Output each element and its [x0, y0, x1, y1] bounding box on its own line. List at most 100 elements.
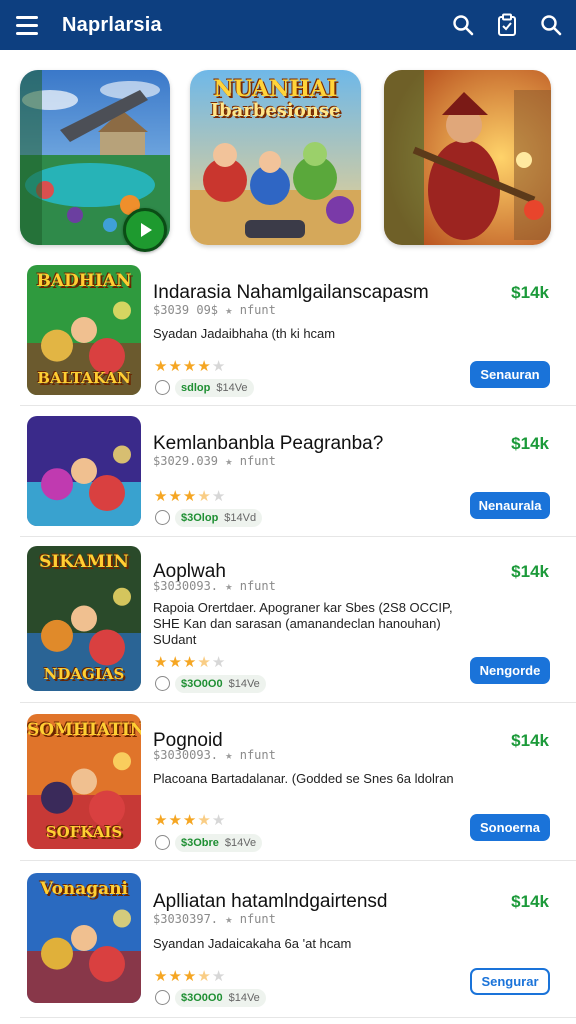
chip-text: $14Vd: [224, 512, 257, 524]
item-meta-extra: nfunt: [239, 912, 276, 926]
star-icon: ★: [168, 812, 183, 829]
star-icon: ★: [154, 358, 169, 375]
select-radio[interactable]: [155, 676, 170, 691]
meta-star-icon: ★: [218, 454, 240, 468]
star-icon: ★: [168, 358, 183, 375]
item-action-button[interactable]: Senauran: [470, 361, 550, 388]
thumbnail-title: SOMHIATIN: [27, 720, 141, 740]
status-chip: $3O0O0 $14Ve: [175, 675, 266, 693]
status-chip: sdlop $14Ve: [175, 379, 254, 397]
item-action-button[interactable]: Sengurar: [470, 968, 550, 995]
item-meta-value: $3030093.: [153, 579, 219, 593]
item-title[interactable]: Aplliatan hatamlndgairtensd: [153, 891, 388, 913]
star-icon: ★: [168, 968, 183, 985]
play-icon: [141, 223, 152, 237]
select-radio[interactable]: [155, 835, 170, 850]
item-meta: $3030397. ★ nfunt: [153, 912, 276, 926]
item-action-button[interactable]: Nenaurala: [470, 492, 550, 519]
star-icon: ★: [182, 654, 198, 671]
star-icon: ★: [182, 968, 198, 985]
search-button[interactable]: [450, 12, 476, 38]
thumbnail-title: Vonagani: [39, 879, 129, 899]
row-divider: [20, 860, 576, 861]
meta-star-icon: ★: [218, 748, 240, 762]
featured-card-3[interactable]: [384, 70, 551, 245]
thumbnail-subtitle: BALTAKAN: [37, 369, 131, 387]
featured-title-main: NUANHAI: [213, 76, 338, 102]
item-thumbnail[interactable]: SIKAMIN NDAGIAS: [27, 546, 141, 691]
chip-text: $14Ve: [216, 382, 248, 394]
item-thumbnail[interactable]: SOMHIATIN SOFKAIS: [27, 714, 141, 849]
chip-green-text: $3O0O0: [181, 992, 223, 1004]
star-icon: ★: [197, 968, 212, 985]
item-thumbnail[interactable]: Vonagani: [27, 873, 141, 1003]
item-action-button[interactable]: Nengorde: [470, 657, 550, 684]
item-price: $14k: [511, 562, 549, 581]
star-icon: ★: [154, 654, 169, 671]
star-icon: ★: [211, 812, 227, 829]
chip-green-text: $3Olop: [181, 512, 219, 524]
item-meta-value: $3030397.: [153, 912, 219, 926]
hamburger-icon: [16, 15, 38, 19]
item-price: $14k: [511, 283, 549, 302]
row-divider: [20, 405, 576, 406]
item-thumbnail[interactable]: [27, 416, 141, 526]
item-description: SUdant: [153, 632, 197, 647]
item-meta-value: $3039 09$: [153, 303, 219, 317]
meta-star-icon: ★: [218, 912, 240, 926]
select-radio[interactable]: [155, 990, 170, 1005]
play-button[interactable]: [123, 208, 167, 252]
chip-text: $14Ve: [228, 678, 260, 690]
top-app-bar: Naprlarsia: [0, 0, 576, 50]
star-icon: ★: [197, 654, 212, 671]
item-meta-extra: nfunt: [239, 454, 276, 468]
menu-button[interactable]: [16, 10, 54, 40]
featured-image-3: [384, 70, 551, 245]
status-chip: $3Olop $14Vd: [175, 509, 263, 527]
star-icon: ★: [197, 812, 212, 829]
thumbnail-art: [27, 416, 141, 526]
chip-text: $14Ve: [224, 837, 257, 849]
row-divider: [20, 702, 576, 703]
item-title[interactable]: Indarasia Nahamlgailanscapasm: [153, 282, 429, 304]
star-icon: ★: [211, 654, 227, 671]
item-description: Syadan Jadaibhaha (th ki hcam: [153, 326, 336, 341]
item-action-button[interactable]: Sonoerna: [470, 814, 550, 841]
item-description: Rapoia Orertdaer. Apograner kar Sbes (2S…: [153, 600, 453, 615]
star-icon: ★: [154, 968, 169, 985]
chip-text: $14Ve: [228, 992, 260, 1004]
search-icon: [541, 15, 562, 36]
chip-green-text: $3Obre: [181, 837, 219, 849]
thumbnail-subtitle: SOFKAIS: [45, 823, 123, 841]
item-meta-extra: nfunt: [239, 579, 276, 593]
status-chip: $3O0O0 $14Ve: [175, 989, 266, 1007]
star-icon: ★: [154, 812, 169, 829]
select-radio[interactable]: [155, 510, 170, 525]
chip-green-text: $3O0O0: [181, 678, 223, 690]
meta-star-icon: ★: [218, 579, 240, 593]
item-meta-extra: nfunt: [239, 748, 276, 762]
thumbnail-title: SIKAMIN: [39, 552, 129, 572]
item-meta: $3030093. ★ nfunt: [153, 748, 276, 762]
row-divider: [20, 1017, 576, 1018]
chip-green-text: sdlop: [181, 382, 211, 394]
star-rating: ★★★★★: [154, 357, 226, 375]
star-rating: ★★★★★: [154, 653, 226, 671]
featured-card-2[interactable]: NUANHAI Ibarbesionse: [190, 70, 361, 245]
item-thumbnail[interactable]: BADHIAN BALTAKAN: [27, 265, 141, 395]
select-radio[interactable]: [155, 380, 170, 395]
item-description: SHE Kan dan sarasan (amanandeclan hanouh…: [153, 616, 441, 631]
star-icon: ★: [182, 358, 198, 375]
item-title[interactable]: Kemlanbanbla Peagranba?: [153, 433, 383, 455]
status-chip: $3Obre $14Ve: [175, 834, 263, 852]
search-button-2[interactable]: [538, 12, 564, 38]
item-meta: $3039 09$ ★ nfunt: [153, 303, 276, 317]
meta-star-icon: ★: [218, 303, 240, 317]
item-meta-value: $3029.039: [153, 454, 219, 468]
item-price: $14k: [511, 892, 549, 911]
star-rating: ★★★★★: [154, 967, 226, 985]
featured-title-sub: Ibarbesionse: [210, 100, 341, 121]
clipboard-button[interactable]: [494, 12, 520, 38]
item-meta: $3030093. ★ nfunt: [153, 579, 276, 593]
item-meta: $3029.039 ★ nfunt: [153, 454, 276, 468]
